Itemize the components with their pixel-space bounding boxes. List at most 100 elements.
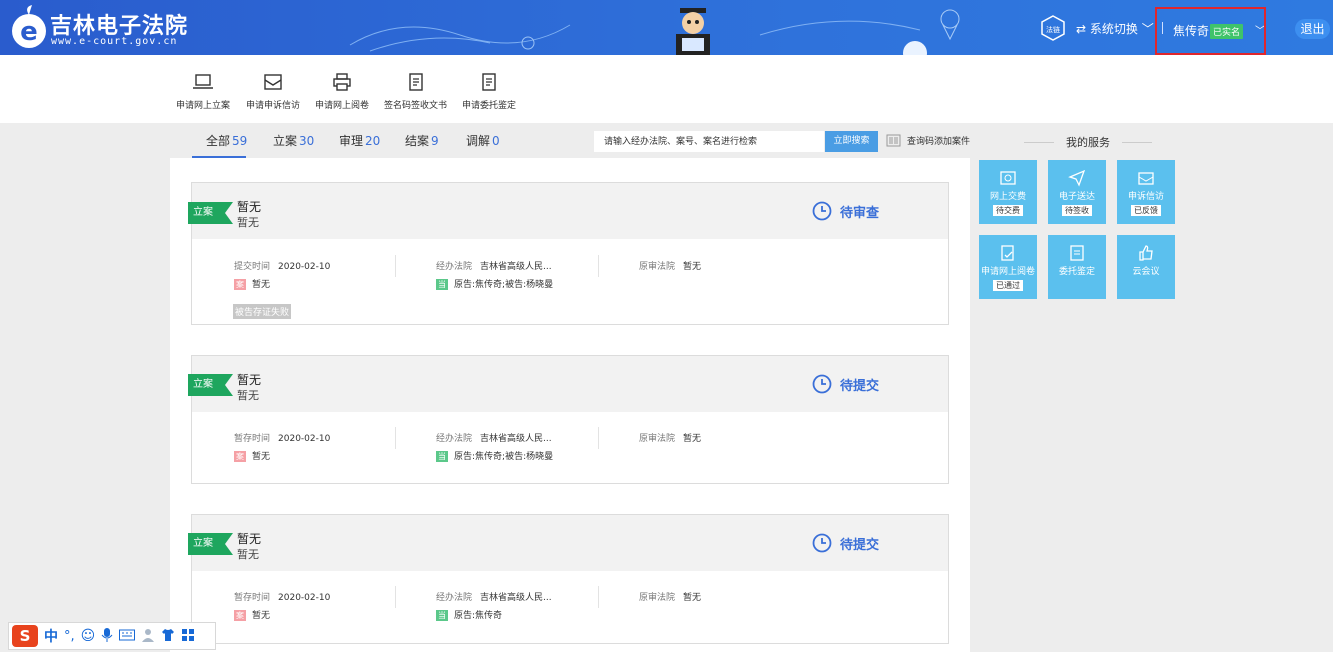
top-header: e 吉林电子法院 www.e-court.gov.cn 法链 ⇄ 系统切换 ﹀ … bbox=[0, 0, 1333, 55]
system-switch-label: 系统切换 bbox=[1089, 22, 1138, 36]
switch-arrows-icon: ⇄ bbox=[1076, 22, 1087, 36]
service-appraisal[interactable]: 委托鉴定 bbox=[1048, 235, 1106, 299]
chinese-mode-toggle[interactable]: 中 bbox=[44, 626, 58, 646]
clock-icon bbox=[812, 201, 832, 221]
quick-actions-toolbar: 申请网上立案 申请申诉信访 申请网上阅卷 签名码签收文书 申请委托鉴定 bbox=[0, 55, 1333, 123]
case-card[interactable]: 立案 暂无 暂无 待提交 暂存时间 2020-02-10 案暂无 经办法院 吉林省高… bbox=[188, 514, 949, 644]
keyboard-icon[interactable] bbox=[119, 629, 136, 644]
query-code-add-case-link[interactable]: 查询码添加案件 bbox=[886, 134, 970, 147]
service-e-delivery[interactable]: 电子送达 待签收 bbox=[1048, 160, 1106, 224]
service-cloud-meeting[interactable]: 云会议 bbox=[1117, 235, 1175, 299]
tool-label: 申请网上立案 bbox=[176, 101, 231, 111]
submit-time: 提交时间 2020-02-10 bbox=[234, 262, 331, 272]
apply-online-filing-button[interactable]: 申请网上立案 bbox=[176, 72, 230, 111]
signature-code-receive-button[interactable]: 签名码签收文书 bbox=[384, 72, 447, 111]
case-card[interactable]: 立案 暂无 暂无 待审查 提交时间 2020-02-10 案暂无 经办法院 吉林省高… bbox=[188, 182, 949, 325]
chevron-down-icon: ﹀ bbox=[1141, 22, 1154, 36]
case-status: 待审查 bbox=[812, 201, 879, 221]
apply-appraisal-button[interactable]: 申请委托鉴定 bbox=[462, 72, 516, 111]
user-highlight-box bbox=[1155, 7, 1266, 55]
divider bbox=[1024, 141, 1054, 143]
divider bbox=[1122, 141, 1152, 143]
case-type-ribbon: 立案 bbox=[188, 374, 233, 396]
tab-closed[interactable]: 结案 9 bbox=[405, 124, 439, 158]
laptop-icon bbox=[193, 74, 213, 89]
case-status: 待提交 bbox=[812, 374, 879, 394]
microphone-icon[interactable] bbox=[101, 627, 113, 645]
service-badge: 已通过 bbox=[993, 280, 1023, 291]
handling-court: 经办法院 吉林省高级人民... bbox=[436, 434, 552, 444]
parties: 当原告:焦传奇 bbox=[436, 610, 503, 621]
parties: 当原告:焦传奇;被告:杨晓曼 bbox=[436, 279, 554, 290]
case-title[interactable]: 暂无 bbox=[237, 198, 261, 215]
punctuation-toggle[interactable]: °, bbox=[64, 629, 75, 644]
save-time: 暂存时间 2020-02-10 bbox=[234, 593, 331, 603]
apply-online-review-button[interactable]: 申请网上阅卷 bbox=[315, 72, 369, 111]
service-online-review[interactable]: 申请网上阅卷 已通过 bbox=[979, 235, 1037, 299]
case-subtitle: 暂无 bbox=[237, 216, 259, 229]
scan-code-icon bbox=[886, 134, 901, 147]
e-court-logo-icon[interactable]: e bbox=[10, 5, 48, 51]
divider bbox=[395, 255, 396, 277]
case-type-ribbon: 立案 bbox=[188, 533, 233, 555]
logout-button[interactable]: 退出 bbox=[1295, 19, 1330, 39]
service-petition[interactable]: 申诉信访 已反馈 bbox=[1117, 160, 1175, 224]
paper-plane-icon bbox=[1068, 169, 1086, 187]
fa-chain-icon[interactable]: 法链 bbox=[1040, 15, 1066, 41]
original-court: 原审法院 暂无 bbox=[639, 434, 702, 444]
service-badge: 待签收 bbox=[1062, 205, 1092, 216]
save-time: 暂存时间 2020-02-10 bbox=[234, 434, 331, 444]
payment-icon bbox=[1000, 171, 1016, 185]
original-court: 原审法院 暂无 bbox=[639, 593, 702, 603]
case-search-input[interactable] bbox=[594, 131, 824, 152]
tab-all[interactable]: 全部 59 bbox=[192, 124, 247, 158]
divider bbox=[395, 586, 396, 608]
evidence-fail-chip[interactable]: 被告存证失败 bbox=[233, 304, 292, 319]
svg-text:法链: 法链 bbox=[1046, 25, 1060, 34]
system-switch-dropdown[interactable]: ⇄ 系统切换 ﹀ bbox=[1076, 20, 1154, 37]
user-icon[interactable] bbox=[141, 628, 155, 645]
thumbs-up-icon bbox=[1139, 245, 1153, 261]
search-button[interactable]: 立即搜索 bbox=[825, 131, 878, 152]
handling-court: 经办法院 吉林省高级人民... bbox=[436, 262, 552, 272]
tab-filing[interactable]: 立案 30 bbox=[273, 124, 314, 158]
emoji-icon[interactable]: ☺ bbox=[81, 628, 96, 644]
divider bbox=[598, 427, 599, 449]
divider bbox=[598, 586, 599, 608]
case-number: 案暂无 bbox=[234, 279, 271, 290]
tool-label: 申请委托鉴定 bbox=[462, 101, 517, 111]
tab-mediation[interactable]: 调解 0 bbox=[466, 124, 500, 158]
case-title[interactable]: 暂无 bbox=[237, 371, 261, 388]
case-title[interactable]: 暂无 bbox=[237, 530, 261, 547]
envelope-icon bbox=[1138, 172, 1154, 185]
envelope-icon bbox=[264, 74, 282, 90]
tool-label: 申请网上阅卷 bbox=[315, 101, 370, 111]
original-court: 原审法院 暂无 bbox=[639, 262, 702, 272]
apply-petition-button[interactable]: 申请申诉信访 bbox=[246, 72, 300, 111]
header-decoration-icon bbox=[349, 9, 960, 55]
case-status: 待提交 bbox=[812, 533, 879, 553]
printer-icon bbox=[333, 73, 351, 91]
case-number: 案暂无 bbox=[234, 451, 271, 462]
clock-icon bbox=[812, 533, 832, 553]
case-type-ribbon: 立案 bbox=[188, 202, 233, 224]
toolbox-grid-icon[interactable] bbox=[181, 628, 195, 645]
document-edit-icon bbox=[482, 73, 496, 91]
document-check-icon bbox=[1001, 245, 1014, 261]
skin-shirt-icon[interactable] bbox=[161, 628, 175, 645]
divider bbox=[598, 255, 599, 277]
my-services-title: 我的服务 bbox=[1012, 134, 1164, 150]
tab-trial[interactable]: 审理 20 bbox=[339, 124, 380, 158]
service-badge: 已反馈 bbox=[1131, 205, 1161, 216]
mascot-judge-icon bbox=[676, 8, 710, 55]
site-url: www.e-court.gov.cn bbox=[51, 36, 178, 47]
parties: 当原告:焦传奇;被告:杨晓曼 bbox=[436, 451, 554, 462]
handling-court: 经办法院 吉林省高级人民... bbox=[436, 593, 552, 603]
case-card[interactable]: 立案 暂无 暂无 待提交 暂存时间 2020-02-10 案暂无 经办法院 吉林省高… bbox=[188, 355, 949, 484]
sogou-logo-icon[interactable]: S bbox=[12, 625, 38, 647]
divider bbox=[395, 427, 396, 449]
service-online-payment[interactable]: 网上交费 待交费 bbox=[979, 160, 1037, 224]
clock-icon bbox=[812, 374, 832, 394]
service-badge: 待交费 bbox=[993, 205, 1023, 216]
input-method-toolbar[interactable]: S 中 °, ☺ bbox=[8, 622, 216, 650]
